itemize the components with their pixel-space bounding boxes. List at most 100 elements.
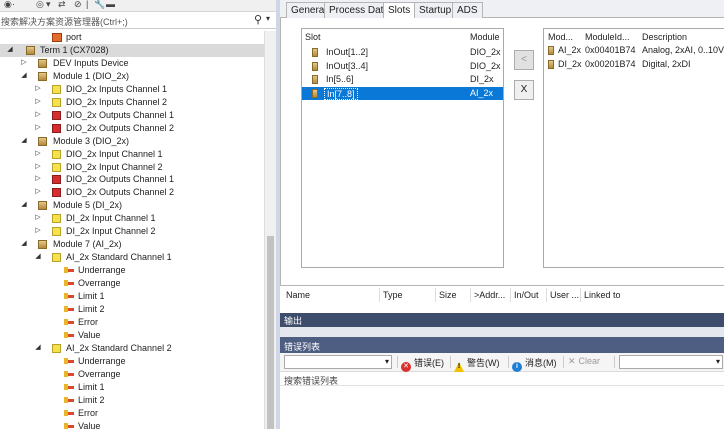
column-divider[interactable] xyxy=(546,288,547,302)
column-divider[interactable] xyxy=(379,288,380,302)
clear-button[interactable]: ✕ Clear xyxy=(568,356,600,367)
explorer-toolbar-icon[interactable]: ⊘ xyxy=(74,0,82,10)
collapse-arrow-icon[interactable]: ◢ xyxy=(19,71,29,79)
tree-item[interactable]: ◢ Module 3 (DIO_2x) xyxy=(0,135,264,148)
module-row[interactable]: AI_2x 0x00401B74 Analog, 2xAI, 0..10V xyxy=(544,44,724,57)
remove-module-button[interactable]: X xyxy=(514,80,534,100)
search-icon[interactable]: ⚲ xyxy=(254,13,262,26)
tree-item[interactable]: ◢ Module 1 (DIO_2x) xyxy=(0,70,264,83)
tree-item[interactable]: Overrange xyxy=(0,277,264,290)
tree-item[interactable]: ◢ Module 7 (AI_2x) xyxy=(0,238,264,251)
explorer-toolbar-icon[interactable]: 🔧 xyxy=(94,0,105,10)
tree-item[interactable]: ▷ DIO_2x Inputs Channel 2 xyxy=(0,96,264,109)
error-scope-combo[interactable]: ▾ xyxy=(284,355,392,369)
tree-item[interactable]: Underrange xyxy=(0,264,264,277)
explorer-search-input[interactable]: 搜索解决方案资源管理器(Ctrl+;) xyxy=(1,15,128,28)
tree-item[interactable]: port xyxy=(0,31,264,44)
collapse-arrow-icon[interactable]: ◢ xyxy=(19,239,29,247)
tree-item[interactable]: ◢ AI_2x Standard Channel 2 xyxy=(0,342,264,355)
collapse-arrow-icon[interactable]: ◢ xyxy=(19,136,29,144)
expand-arrow-icon[interactable]: ▷ xyxy=(33,226,43,234)
tab-ads[interactable]: ADS xyxy=(452,2,483,18)
tree-item[interactable]: Limit 2 xyxy=(0,303,264,316)
explorer-vertical-scrollbar[interactable] xyxy=(264,31,276,429)
tree-item[interactable]: ▷ DIO_2x Input Channel 2 xyxy=(0,161,264,174)
search-options-chevron-down-icon[interactable]: ▾ xyxy=(266,14,270,23)
module-column-header[interactable]: Module xyxy=(470,32,500,42)
expand-arrow-icon[interactable]: ▷ xyxy=(33,84,43,92)
explorer-toolbar-icon[interactable]: ◎ xyxy=(36,0,44,10)
explorer-toolbar-icon[interactable]: ▾ xyxy=(46,0,51,10)
explorer-toolbar-icon[interactable]: · xyxy=(12,0,15,9)
messages-filter-button[interactable]: i 消息(M) xyxy=(512,356,557,372)
explorer-toolbar-icon[interactable]: ⇄ xyxy=(58,0,66,10)
modules-description-header[interactable]: Description xyxy=(642,32,687,42)
grid-column-header[interactable]: Linked to xyxy=(584,290,621,300)
error-list-search-input[interactable]: 搜索错误列表 xyxy=(280,372,724,386)
grid-column-header[interactable]: Size xyxy=(439,290,457,300)
collapse-arrow-icon[interactable]: ◢ xyxy=(5,45,15,53)
tree-item[interactable]: Value xyxy=(0,329,264,342)
explorer-scrollbar-thumb[interactable] xyxy=(267,236,274,429)
tree-item[interactable]: Error xyxy=(0,316,264,329)
tree-item[interactable]: ▷ DIO_2x Outputs Channel 2 xyxy=(0,122,264,135)
tree-item[interactable]: Error xyxy=(0,407,264,420)
tree-item[interactable]: ▷ DIO_2x Inputs Channel 1 xyxy=(0,83,264,96)
tree-item[interactable]: Limit 1 xyxy=(0,290,264,303)
grid-column-header[interactable]: User ... xyxy=(550,290,579,300)
slot-row[interactable]: In[5..6] DI_2x xyxy=(302,73,503,86)
grid-column-header[interactable]: >Addr... xyxy=(474,290,505,300)
tree-item[interactable]: Overrange xyxy=(0,368,264,381)
expand-arrow-icon[interactable]: ▷ xyxy=(33,213,43,221)
slot-row[interactable]: InOut[3..4] DIO_2x xyxy=(302,60,503,73)
modules-id-header[interactable]: ModuleId... xyxy=(585,32,630,42)
column-divider[interactable] xyxy=(580,288,581,302)
collapse-arrow-icon[interactable]: ◢ xyxy=(33,343,43,351)
tab-slots[interactable]: Slots xyxy=(383,2,416,19)
tree-item[interactable]: Value xyxy=(0,420,264,429)
tree-item[interactable]: ▷ DI_2x Input Channel 2 xyxy=(0,225,264,238)
grid-column-header[interactable]: Type xyxy=(383,290,403,300)
explorer-search-bar[interactable]: 搜索解决方案资源管理器(Ctrl+;) ⚲ ▾ xyxy=(0,13,276,29)
grid-column-header[interactable]: In/Out xyxy=(514,290,539,300)
tree-item[interactable]: ◢ AI_2x Standard Channel 1 xyxy=(0,251,264,264)
tree-item[interactable]: ▷ DEV Inputs Device xyxy=(0,57,264,70)
column-divider[interactable] xyxy=(470,288,471,302)
tree-item[interactable]: ▷ DI_2x Input Channel 1 xyxy=(0,212,264,225)
slot-row[interactable]: In[7..8] AI_2x xyxy=(302,86,503,100)
module-row[interactable]: DI_2x 0x00201B74 Digital, 2xDI xyxy=(544,58,724,71)
explorer-toolbar-icon[interactable]: | xyxy=(86,0,88,9)
tree-item[interactable]: Limit 1 xyxy=(0,381,264,394)
tree-item[interactable]: ▷ DIO_2x Outputs Channel 1 xyxy=(0,173,264,186)
expand-arrow-icon[interactable]: ▷ xyxy=(19,58,29,66)
slot-column-header[interactable]: Slot xyxy=(305,32,321,42)
collapse-arrow-icon[interactable]: ◢ xyxy=(33,252,43,260)
expand-arrow-icon[interactable]: ▷ xyxy=(33,97,43,105)
expand-arrow-icon[interactable]: ▷ xyxy=(33,110,43,118)
build-filter-combo[interactable]: ▾ xyxy=(619,355,723,369)
modules-module-header[interactable]: Mod... xyxy=(548,32,573,42)
tree-item[interactable]: Underrange xyxy=(0,355,264,368)
explorer-toolbar-icon[interactable]: ▬ xyxy=(106,0,115,9)
tree-item[interactable]: ▷ DIO_2x Input Channel 1 xyxy=(0,148,264,161)
tree-item[interactable]: Limit 2 xyxy=(0,394,264,407)
warnings-filter-button[interactable]: ! 警告(W) xyxy=(454,356,500,372)
collapse-arrow-icon[interactable]: ◢ xyxy=(19,200,29,208)
tab-startup[interactable]: Startup xyxy=(414,2,457,18)
grid-column-header[interactable]: Name xyxy=(286,290,310,300)
errors-filter-button[interactable]: ✕ 错误(E) xyxy=(401,356,444,372)
explorer-toolbar-icon[interactable]: ◉ xyxy=(4,0,12,10)
expand-arrow-icon[interactable]: ▷ xyxy=(33,174,43,182)
tree-item[interactable]: ▷ DIO_2x Outputs Channel 2 xyxy=(0,186,264,199)
column-divider[interactable] xyxy=(510,288,511,302)
expand-arrow-icon[interactable]: ▷ xyxy=(33,187,43,195)
column-divider[interactable] xyxy=(435,288,436,302)
expand-arrow-icon[interactable]: ▷ xyxy=(33,123,43,131)
expand-arrow-icon[interactable]: ▷ xyxy=(33,162,43,170)
output-window-title[interactable]: 输出 xyxy=(280,313,724,327)
tree-item[interactable]: ◢ Module 5 (DI_2x) xyxy=(0,199,264,212)
add-module-button[interactable]: < xyxy=(514,50,534,70)
error-list-title[interactable]: 错误列表 xyxy=(280,337,724,353)
tree-item[interactable]: ◢ Term 1 (CX7028) xyxy=(0,43,264,57)
expand-arrow-icon[interactable]: ▷ xyxy=(33,149,43,157)
